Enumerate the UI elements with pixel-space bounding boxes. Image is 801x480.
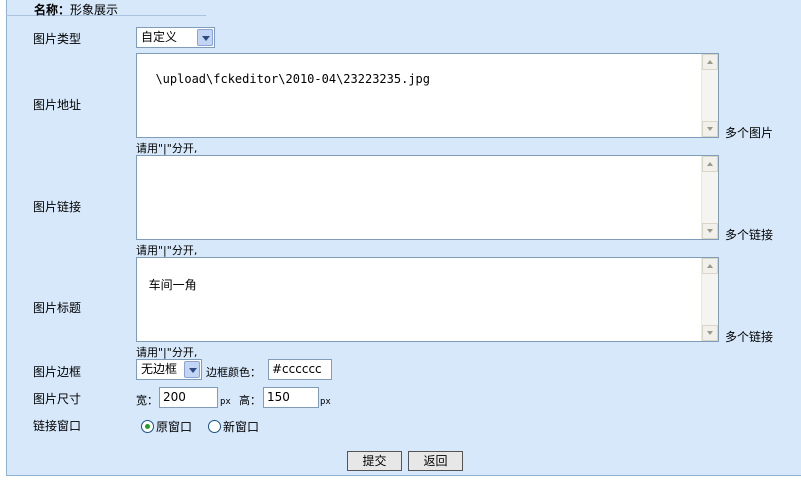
link-side-note: 多个链接 [725, 228, 774, 242]
scroll-down-icon[interactable] [702, 223, 718, 239]
title-scrollbar[interactable] [701, 258, 718, 341]
link-label: 图片链接 [33, 200, 82, 214]
url-label: 图片地址 [33, 98, 82, 112]
title-value: 车间一角 [148, 278, 197, 292]
name-label: 名称： [34, 3, 71, 17]
height-input[interactable]: 150 [263, 387, 319, 408]
submit-button[interactable]: 提交 [347, 451, 402, 471]
radio-same-window[interactable]: 原窗口 [141, 418, 192, 435]
title-hint: 请用"|"分开, [136, 346, 198, 359]
page-title: 名称：形象展示 [34, 1, 118, 18]
link-scrollbar[interactable] [701, 156, 718, 239]
title-side-note: 多个链接 [725, 330, 774, 344]
scroll-down-icon[interactable] [702, 121, 718, 137]
radio-new-window[interactable]: 新窗口 [208, 418, 259, 435]
scroll-up-icon[interactable] [702, 156, 718, 172]
radio-same-window-label: 原窗口 [156, 420, 193, 434]
url-side-note: 多个图片 [725, 126, 774, 140]
radio-unchecked-icon[interactable] [208, 420, 221, 433]
link-textarea[interactable] [136, 155, 719, 240]
border-label: 图片边框 [33, 365, 82, 379]
border-color-label: 边框颜色： [206, 366, 261, 379]
name-value: 形象展示 [70, 3, 119, 17]
width-unit: px [220, 397, 231, 407]
title-label: 图片标题 [33, 301, 82, 315]
scroll-down-icon[interactable] [702, 325, 718, 341]
chevron-down-icon[interactable] [197, 29, 213, 46]
url-value: \upload\fckeditor\2010-04\23223235.jpg [155, 72, 430, 86]
width-label: 宽： [136, 394, 158, 407]
url-textarea[interactable]: \upload\fckeditor\2010-04\23223235.jpg [136, 53, 719, 138]
type-label: 图片类型 [33, 32, 82, 46]
link-hint: 请用"|"分开, [136, 244, 198, 257]
border-color-input[interactable]: #cccccc [268, 359, 332, 380]
border-select-value: 无边框 [141, 362, 178, 376]
height-label: 高： [239, 394, 261, 407]
type-select[interactable]: 自定义 [136, 27, 215, 48]
type-select-value: 自定义 [141, 30, 178, 44]
chevron-down-icon[interactable] [184, 361, 200, 378]
url-hint: 请用"|"分开, [136, 142, 198, 155]
border-select[interactable]: 无边框 [136, 359, 202, 380]
radio-new-window-label: 新窗口 [223, 420, 260, 434]
url-scrollbar[interactable] [701, 54, 718, 137]
back-button[interactable]: 返回 [408, 451, 463, 471]
size-label: 图片尺寸 [33, 392, 82, 406]
width-input[interactable]: 200 [159, 387, 218, 408]
scroll-up-icon[interactable] [702, 54, 718, 70]
scroll-up-icon[interactable] [702, 258, 718, 274]
title-textarea[interactable]: 车间一角 [136, 257, 719, 342]
height-unit: px [320, 397, 331, 407]
radio-checked-icon[interactable] [141, 420, 154, 433]
window-label: 链接窗口 [33, 419, 82, 433]
